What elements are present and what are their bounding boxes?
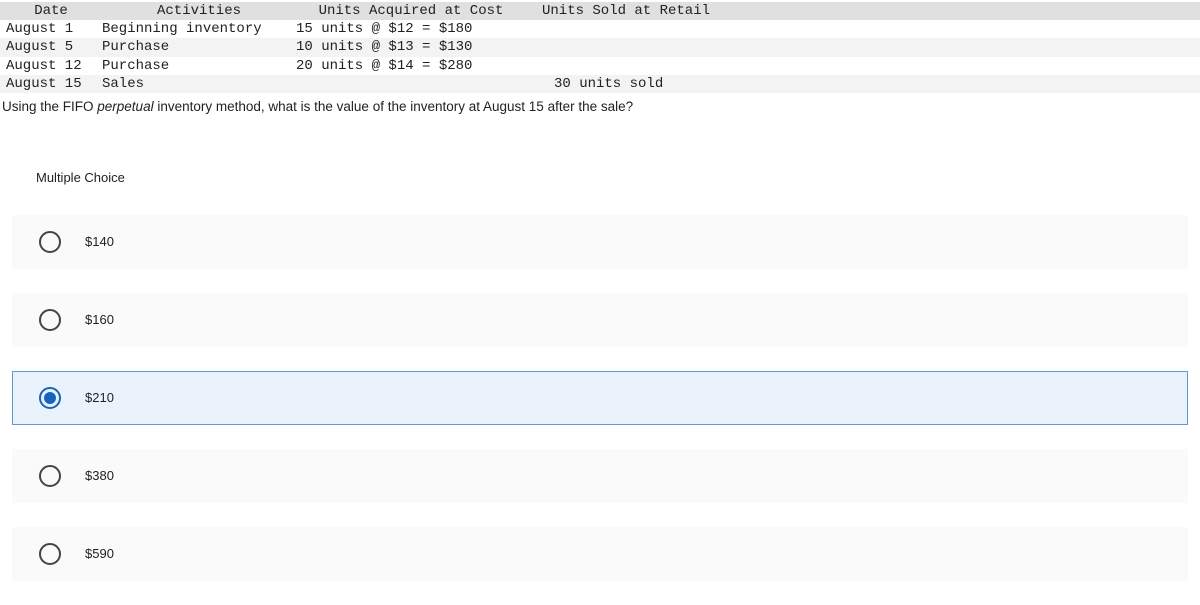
cell-activities: Purchase xyxy=(102,38,296,56)
cell-cost: 10 units @ $13 = $130 xyxy=(296,38,526,56)
radio-icon xyxy=(39,309,61,331)
radio-icon xyxy=(39,543,61,565)
choice-label: $380 xyxy=(85,468,114,483)
cell-activities: Purchase xyxy=(102,57,296,75)
cell-sold xyxy=(526,38,726,56)
cell-sold: 30 units sold xyxy=(526,75,726,93)
cell-date: August 12 xyxy=(0,57,102,75)
radio-icon xyxy=(39,465,61,487)
cell-cost xyxy=(296,75,526,93)
cell-date: August 15 xyxy=(0,75,102,93)
table-row: August 1 Beginning inventory 15 units @ … xyxy=(0,20,1200,38)
choice-option[interactable]: $140 xyxy=(12,215,1188,269)
table-header-row: Date Activities Units Acquired at Cost U… xyxy=(0,2,1200,20)
table-row: August 12 Purchase 20 units @ $14 = $280 xyxy=(0,57,1200,75)
choice-option[interactable]: $380 xyxy=(12,449,1188,503)
header-cost: Units Acquired at Cost xyxy=(296,2,526,20)
multiple-choice-label: Multiple Choice xyxy=(36,170,1200,185)
radio-icon xyxy=(39,231,61,253)
cell-cost: 15 units @ $12 = $180 xyxy=(296,20,526,38)
inventory-table: Date Activities Units Acquired at Cost U… xyxy=(0,2,1200,93)
table-row: August 5 Purchase 10 units @ $13 = $130 xyxy=(0,38,1200,56)
cell-date: August 1 xyxy=(0,20,102,38)
cell-cost: 20 units @ $14 = $280 xyxy=(296,57,526,75)
cell-sold xyxy=(526,57,726,75)
cell-date: August 5 xyxy=(0,38,102,56)
header-date: Date xyxy=(0,2,102,20)
choice-label: $140 xyxy=(85,234,114,249)
choice-option[interactable]: $160 xyxy=(12,293,1188,347)
question-text: Using the FIFO perpetual inventory metho… xyxy=(0,99,1200,114)
choices-group: $140 $160 $210 $380 $590 xyxy=(12,215,1188,581)
choice-option[interactable]: $210 xyxy=(12,371,1188,425)
header-sold: Units Sold at Retail xyxy=(526,2,726,20)
cell-sold xyxy=(526,20,726,38)
radio-icon xyxy=(39,387,61,409)
header-activities: Activities xyxy=(102,2,296,20)
choice-option[interactable]: $590 xyxy=(12,527,1188,581)
question-post: inventory method, what is the value of t… xyxy=(154,99,634,114)
choice-label: $160 xyxy=(85,312,114,327)
cell-activities: Beginning inventory xyxy=(102,20,296,38)
table-row: August 15 Sales 30 units sold xyxy=(0,75,1200,93)
choice-label: $210 xyxy=(85,390,114,405)
question-pre: Using the FIFO xyxy=(2,99,97,114)
question-italic: perpetual xyxy=(97,99,153,114)
cell-activities: Sales xyxy=(102,75,296,93)
choice-label: $590 xyxy=(85,546,114,561)
